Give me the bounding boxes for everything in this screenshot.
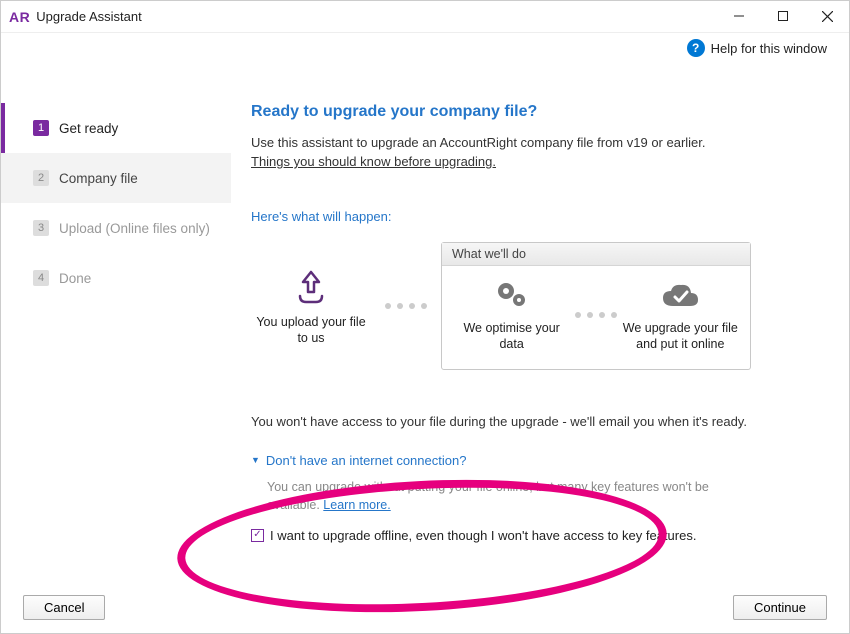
continue-button[interactable]: Continue [733,595,827,620]
offline-expander: ▼ Don't have an internet connection? You… [251,453,819,543]
maximize-button[interactable] [761,1,805,31]
wizard-sidebar: 1 Get ready 2 Company file 3 Upload (Onl… [1,63,231,581]
page-heading: Ready to upgrade your company file? [251,103,819,121]
title-bar: AR Upgrade Assistant [1,1,849,33]
footer-bar: Cancel Continue [1,581,849,633]
cancel-button[interactable]: Cancel [23,595,105,620]
flow-caption: We upgrade your file and put it online [620,320,740,353]
step-company-file[interactable]: 2 Company file [1,153,231,203]
help-link[interactable]: Help for this window [711,41,827,56]
step-upload[interactable]: 3 Upload (Online files only) [1,203,231,253]
step-number: 4 [33,270,49,286]
flow-dots [385,303,427,309]
step-number: 3 [33,220,49,236]
subheading: Here's what will happen: [251,209,819,224]
step-label: Get ready [59,121,118,136]
intro-text: Use this assistant to upgrade an Account… [251,135,819,150]
chevron-down-icon: ▼ [251,455,260,465]
main-panel: Ready to upgrade your company file? Use … [231,63,849,581]
step-label: Company file [59,171,138,186]
flow-box-header: What we'll do [442,243,750,266]
help-bar: ? Help for this window [1,33,849,63]
step-number: 2 [33,170,49,186]
cloud-check-icon [658,278,702,314]
flow-step-optimise: We optimise your data [452,278,572,353]
flow-dots [575,312,617,318]
gears-icon [492,278,532,314]
step-done[interactable]: 4 Done [1,253,231,303]
upload-icon [290,266,332,308]
flow-step-upgrade: We upgrade your file and put it online [620,278,740,353]
access-note: You won't have access to your file durin… [251,414,819,429]
step-label: Done [59,271,91,286]
things-to-know-link[interactable]: Things you should know before upgrading. [251,154,496,169]
step-label: Upload (Online files only) [59,221,210,236]
close-button[interactable] [805,1,849,31]
learn-more-link[interactable]: Learn more. [323,498,390,512]
flow-step-upload: You upload your file to us [251,266,371,347]
content-area: 1 Get ready 2 Company file 3 Upload (Onl… [1,63,849,581]
step-get-ready[interactable]: 1 Get ready [1,103,231,153]
expander-toggle[interactable]: ▼ Don't have an internet connection? [251,453,819,468]
window-controls [717,1,849,31]
window-title: Upgrade Assistant [36,9,142,24]
offline-checkbox-row[interactable]: ✓ I want to upgrade offline, even though… [251,528,819,543]
step-number: 1 [33,120,49,136]
checkbox-label: I want to upgrade offline, even though I… [270,528,696,543]
flow-caption: We optimise your data [452,320,572,353]
expander-body: You can upgrade without putting your fil… [251,478,731,514]
help-icon: ? [687,39,705,57]
flow-caption: You upload your file to us [251,314,371,347]
minimize-button[interactable] [717,1,761,31]
expander-title: Don't have an internet connection? [266,453,467,468]
what-we-do-box: What we'll do We optimise your data [441,242,751,370]
app-logo: AR [9,9,30,25]
checkbox-icon[interactable]: ✓ [251,529,264,542]
process-flow: You upload your file to us What we'll do [251,242,819,370]
